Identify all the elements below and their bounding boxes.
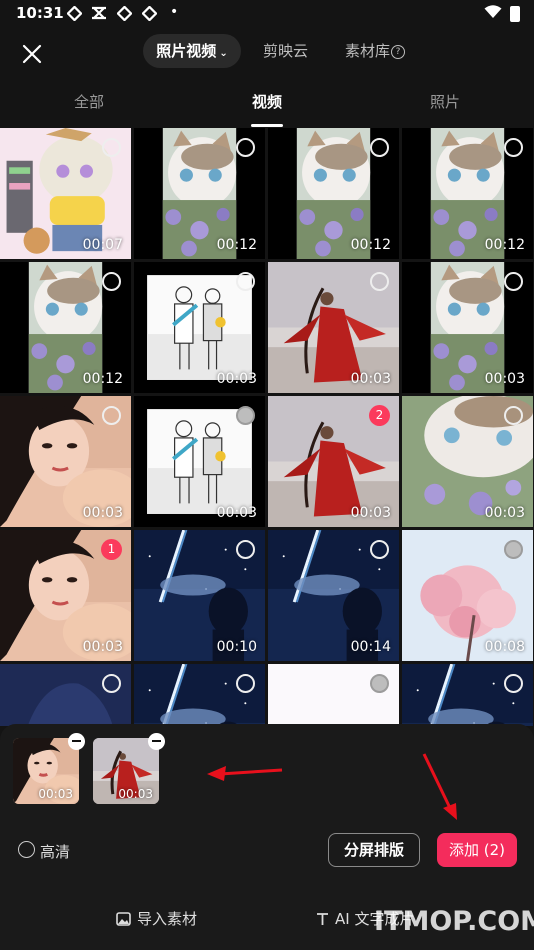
select-circle[interactable] xyxy=(102,138,121,157)
media-thumbnail[interactable]: 00:12 xyxy=(134,128,265,259)
hd-label: 高清 xyxy=(40,843,71,861)
segment-label: 照片视频 xyxy=(156,42,217,60)
media-thumbnail[interactable]: 00:08 xyxy=(402,530,533,661)
hd-radio[interactable] xyxy=(18,841,35,858)
media-thumbnail[interactable]: 00:12 xyxy=(402,128,533,259)
select-circle[interactable] xyxy=(236,540,255,559)
select-circle[interactable] xyxy=(504,406,523,425)
media-thumbnail[interactable] xyxy=(402,664,533,726)
capcut-notification-icon xyxy=(66,5,82,21)
select-circle[interactable] xyxy=(236,138,255,157)
duration-label: 00:03 xyxy=(82,639,123,655)
add-button[interactable]: 添加 (2) xyxy=(437,833,517,867)
select-circle[interactable] xyxy=(370,540,389,559)
duration-label: 00:12 xyxy=(216,237,257,253)
duration-label: 00:03 xyxy=(350,505,391,521)
import-material-button[interactable]: 导入素材 xyxy=(116,908,197,929)
battery-icon xyxy=(510,5,520,22)
status-bar: 10:31 • xyxy=(0,0,534,28)
select-circle[interactable] xyxy=(102,272,121,291)
duration-label: 00:03 xyxy=(350,371,391,387)
duration-label: 00:03 xyxy=(82,505,123,521)
segment-jianying-cloud[interactable]: 剪映云 xyxy=(263,34,308,68)
segment-label: 素材库 xyxy=(345,42,391,60)
select-circle[interactable] xyxy=(370,272,389,291)
tab-all[interactable]: 全部 xyxy=(0,80,178,124)
chevron-down-icon: ⌄ xyxy=(219,48,228,59)
top-bar: 照片视频 ⌄ 剪映云 素材库? xyxy=(0,28,534,78)
media-type-tabs: 全部 视频 照片 xyxy=(0,80,534,127)
media-thumbnail[interactable]: 00:10 xyxy=(134,530,265,661)
selection-order-badge[interactable]: 1 xyxy=(101,539,122,560)
tab-photo[interactable]: 照片 xyxy=(356,80,534,124)
media-thumbnail[interactable] xyxy=(134,664,265,726)
annotation-arrows xyxy=(207,753,457,820)
select-circle[interactable] xyxy=(504,138,523,157)
select-circle[interactable] xyxy=(504,272,523,291)
watermark: ITMOP.COM xyxy=(374,906,534,937)
media-thumbnail[interactable]: 00:03 xyxy=(134,396,265,527)
active-tab-indicator xyxy=(251,124,283,127)
media-thumbnail[interactable]: 00:14 xyxy=(268,530,399,661)
media-thumbnail[interactable] xyxy=(0,664,131,726)
media-thumbnail[interactable]: 00:03 xyxy=(134,262,265,393)
select-circle[interactable] xyxy=(236,674,255,693)
select-circle[interactable] xyxy=(236,406,255,425)
image-icon xyxy=(116,911,131,926)
media-thumbnail[interactable]: 2 00:03 xyxy=(268,396,399,527)
select-circle[interactable] xyxy=(370,138,389,157)
select-circle[interactable] xyxy=(504,540,523,559)
duration-label: 00:08 xyxy=(484,639,525,655)
system-icons xyxy=(484,4,520,23)
duration-label: 00:07 xyxy=(82,237,123,253)
wifi-icon xyxy=(484,4,502,23)
media-thumbnail[interactable]: 00:03 xyxy=(268,262,399,393)
close-icon[interactable] xyxy=(18,40,46,68)
tab-video[interactable]: 视频 xyxy=(178,80,356,124)
media-thumbnail[interactable]: 00:03 xyxy=(0,396,131,527)
split-layout-button[interactable]: 分屏排版 xyxy=(328,833,420,867)
import-material-label: 导入素材 xyxy=(137,910,198,928)
duration-label: 00:10 xyxy=(216,639,257,655)
select-circle[interactable] xyxy=(504,674,523,693)
media-thumbnail[interactable] xyxy=(268,664,399,726)
duration-label: 00:03 xyxy=(484,371,525,387)
duration-label: 00:03 xyxy=(216,505,257,521)
capcut-notification-icon xyxy=(141,5,157,21)
capcut-logo-icon xyxy=(91,5,107,21)
duration-label: 00:14 xyxy=(350,639,391,655)
text-icon xyxy=(317,912,328,925)
segment-material-library[interactable]: 素材库? xyxy=(345,34,406,68)
media-thumbnail[interactable]: 00:03 xyxy=(402,262,533,393)
select-circle[interactable] xyxy=(370,674,389,693)
media-thumbnail[interactable]: 00:12 xyxy=(0,262,131,393)
duration-label: 00:12 xyxy=(82,371,123,387)
media-grid: 00:07 00:12 00:12 00:12 00:12 00:03 00:0… xyxy=(0,128,534,726)
select-circle[interactable] xyxy=(236,272,255,291)
help-icon[interactable]: ? xyxy=(391,44,406,59)
status-time: 10:31 xyxy=(16,4,64,22)
duration-label: 00:03 xyxy=(484,505,525,521)
duration-label: 00:03 xyxy=(216,371,257,387)
segment-photo-video[interactable]: 照片视频 ⌄ xyxy=(143,34,241,68)
notification-icons xyxy=(66,5,157,21)
segment-label: 剪映云 xyxy=(263,42,309,60)
select-circle[interactable] xyxy=(102,406,121,425)
media-thumbnail[interactable]: 00:12 xyxy=(268,128,399,259)
select-circle[interactable] xyxy=(102,674,121,693)
selection-order-badge[interactable]: 2 xyxy=(369,405,390,426)
capcut-notification-icon xyxy=(116,5,132,21)
status-dot: • xyxy=(170,4,179,20)
duration-label: 00:12 xyxy=(484,237,525,253)
duration-label: 00:12 xyxy=(350,237,391,253)
media-thumbnail[interactable]: 00:03 xyxy=(402,396,533,527)
media-thumbnail[interactable]: 1 00:03 xyxy=(0,530,131,661)
media-thumbnail[interactable]: 00:07 xyxy=(0,128,131,259)
